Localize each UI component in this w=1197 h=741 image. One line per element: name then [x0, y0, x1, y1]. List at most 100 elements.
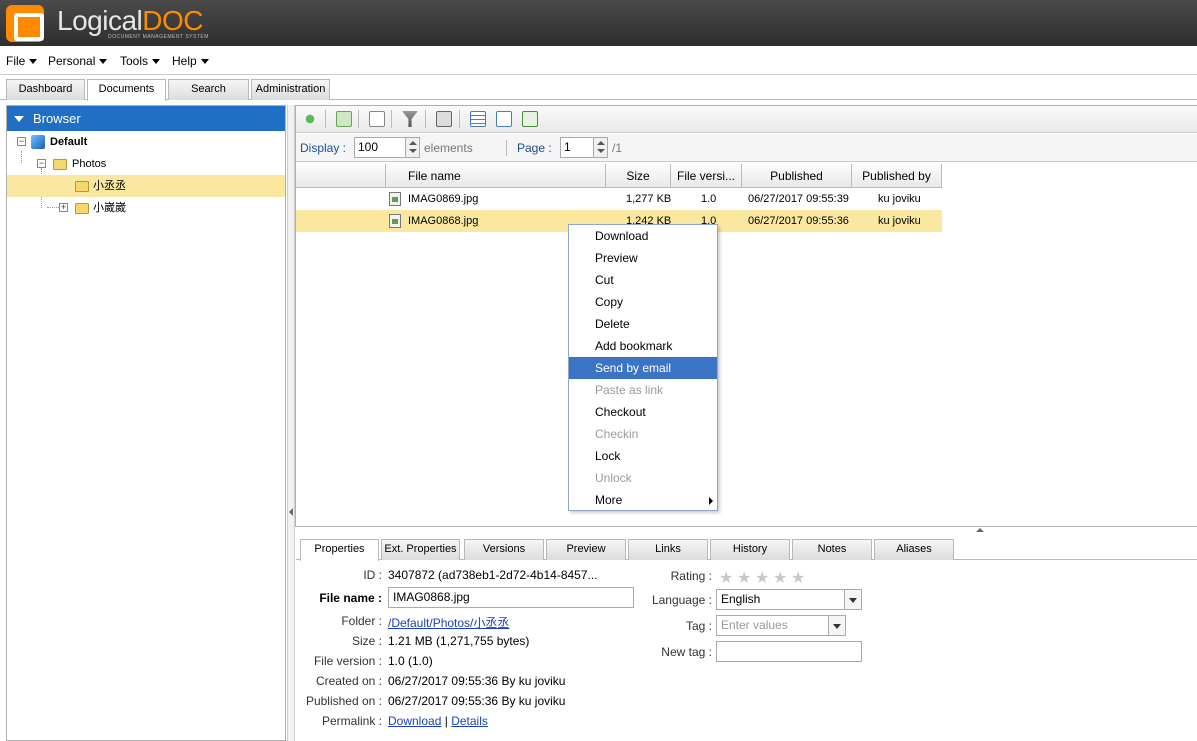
app-logo-subtitle: DOCUMENT MANAGEMENT SYSTEM: [108, 34, 209, 40]
menu-item-cut[interactable]: Cut: [569, 269, 717, 291]
refresh-icon[interactable]: [302, 111, 318, 127]
collapse-icon: [14, 116, 24, 122]
rating-label: Rating :: [670, 569, 712, 583]
tab-history[interactable]: History: [710, 539, 790, 560]
browser-title: Browser: [33, 111, 81, 126]
menu-item-checkout[interactable]: Checkout: [569, 401, 717, 423]
spinner-arrows-icon[interactable]: [405, 138, 419, 157]
expand-toggle-icon[interactable]: +: [59, 203, 68, 212]
tab-documents[interactable]: Documents: [87, 79, 166, 101]
app-header: LogicalDOC DOCUMENT MANAGEMENT SYSTEM: [0, 0, 1197, 46]
file-name-input[interactable]: IMAG0868.jpg: [388, 587, 634, 608]
documents-toolbar: [296, 106, 1197, 133]
tab-dashboard[interactable]: Dashboard: [6, 79, 85, 100]
chevron-down-icon[interactable]: [844, 590, 861, 609]
expand-up-icon[interactable]: [976, 528, 984, 532]
size-label: Size :: [351, 634, 382, 648]
tab-properties[interactable]: Properties: [300, 539, 379, 561]
print-icon[interactable]: [436, 111, 452, 127]
tab-administration[interactable]: Administration: [251, 79, 330, 100]
menu-personal[interactable]: Personal: [48, 54, 108, 68]
elements-label: elements: [424, 141, 473, 155]
menu-help[interactable]: Help: [172, 54, 209, 68]
folder-link[interactable]: /Default/Photos/小丞丞: [388, 614, 509, 631]
tag-select[interactable]: Enter values: [716, 615, 846, 636]
download-icon[interactable]: [336, 111, 352, 127]
permalink-label: Permalink :: [321, 714, 382, 728]
size-value: 1.21 MB (1,271,755 bytes): [388, 634, 530, 648]
menu-item-send-by-email[interactable]: Send by email: [569, 357, 717, 379]
browser-panel: Browser − Default − Photos 小丞丞 + 小崴崴: [6, 105, 286, 741]
workspace-icon: [31, 135, 45, 149]
collapse-toggle-icon[interactable]: −: [17, 137, 26, 146]
tab-links[interactable]: Links: [628, 539, 708, 560]
tree-label: 小丞丞: [93, 180, 126, 192]
tree-node-photos[interactable]: − Photos: [7, 153, 285, 175]
cell-file-name: IMAG0868.jpg: [408, 215, 479, 227]
tab-preview[interactable]: Preview: [546, 539, 626, 560]
column-file-version[interactable]: File versi...: [671, 164, 742, 188]
column-size[interactable]: Size: [606, 164, 671, 188]
star-icon[interactable]: ★: [737, 568, 751, 588]
tab-ext-properties[interactable]: Ext. Properties: [381, 539, 460, 560]
column-icons[interactable]: [296, 164, 386, 188]
filter-icon[interactable]: [402, 111, 418, 127]
language-select[interactable]: English: [716, 589, 862, 610]
tab-notes[interactable]: Notes: [792, 539, 872, 560]
page-spinner[interactable]: 1: [560, 137, 608, 158]
spinner-arrows-icon[interactable]: [593, 138, 607, 157]
menu-item-lock[interactable]: Lock: [569, 445, 717, 467]
tab-versions[interactable]: Versions: [464, 539, 544, 560]
permalink-download-link[interactable]: Download: [388, 714, 441, 728]
tab-search[interactable]: Search: [168, 79, 249, 100]
menu-item-preview[interactable]: Preview: [569, 247, 717, 269]
menu-item-copy[interactable]: Copy: [569, 291, 717, 313]
tree-label: Photos: [72, 158, 107, 170]
collapse-left-icon[interactable]: [289, 508, 293, 516]
tab-aliases[interactable]: Aliases: [874, 539, 954, 560]
page-total: /1: [612, 141, 623, 155]
permalink-details-link[interactable]: Details: [451, 714, 488, 728]
logicaldoc-logo-icon: [6, 5, 44, 42]
column-published-by[interactable]: Published by: [852, 164, 942, 188]
star-icon[interactable]: ★: [773, 568, 787, 588]
menu-item-paste-as-link: Paste as link: [595, 383, 664, 397]
browser-header[interactable]: Browser: [7, 106, 285, 131]
tree-node-selected[interactable]: 小丞丞: [7, 175, 285, 197]
new-tag-input[interactable]: [716, 641, 862, 662]
menu-item-download[interactable]: Download: [569, 225, 717, 247]
menu-item-checkin: Checkin: [595, 427, 639, 441]
menu-item-add-bookmark[interactable]: Add bookmark: [569, 335, 717, 357]
menu-item-delete[interactable]: Delete: [569, 313, 717, 335]
new-tag-label: New tag :: [661, 645, 712, 659]
star-icon[interactable]: ★: [755, 568, 769, 588]
cell-published-by: ku joviku: [878, 215, 921, 227]
menu-file[interactable]: File: [6, 54, 38, 68]
chevron-down-icon[interactable]: [828, 616, 845, 635]
file-version-label: File version :: [313, 654, 382, 668]
star-icon[interactable]: ★: [791, 568, 805, 588]
cell-published: 06/27/2017 09:55:36: [748, 215, 849, 227]
add-document-icon[interactable]: [369, 111, 385, 127]
preview-view-icon[interactable]: [522, 111, 538, 127]
menu-bar: File Personal Tools Help: [0, 46, 1197, 75]
display-count-spinner[interactable]: 100: [354, 137, 420, 158]
star-icon[interactable]: ★: [719, 568, 733, 588]
chevron-down-icon: [152, 59, 161, 65]
table-row[interactable]: IMAG0869.jpg 1,277 KB 1.0 06/27/2017 09:…: [296, 188, 942, 210]
tree-node[interactable]: + 小崴崴: [7, 197, 285, 219]
created-on-label: Created on :: [315, 674, 382, 688]
menu-tools[interactable]: Tools: [120, 54, 161, 68]
column-published[interactable]: Published: [742, 164, 852, 188]
vertical-splitter[interactable]: [287, 105, 295, 741]
collapse-toggle-icon[interactable]: −: [37, 159, 46, 168]
menu-item-more[interactable]: More: [569, 489, 717, 511]
gallery-view-icon[interactable]: [496, 111, 512, 127]
column-file-name[interactable]: File name: [386, 164, 606, 188]
submenu-arrow-icon: [709, 497, 713, 505]
list-view-icon[interactable]: [470, 111, 486, 127]
tree-node-default[interactable]: − Default: [7, 131, 285, 153]
cell-file-name: IMAG0869.jpg: [408, 193, 479, 205]
cell-published: 06/27/2017 09:55:39: [748, 193, 849, 205]
tree-label: 小崴崴: [93, 202, 126, 214]
